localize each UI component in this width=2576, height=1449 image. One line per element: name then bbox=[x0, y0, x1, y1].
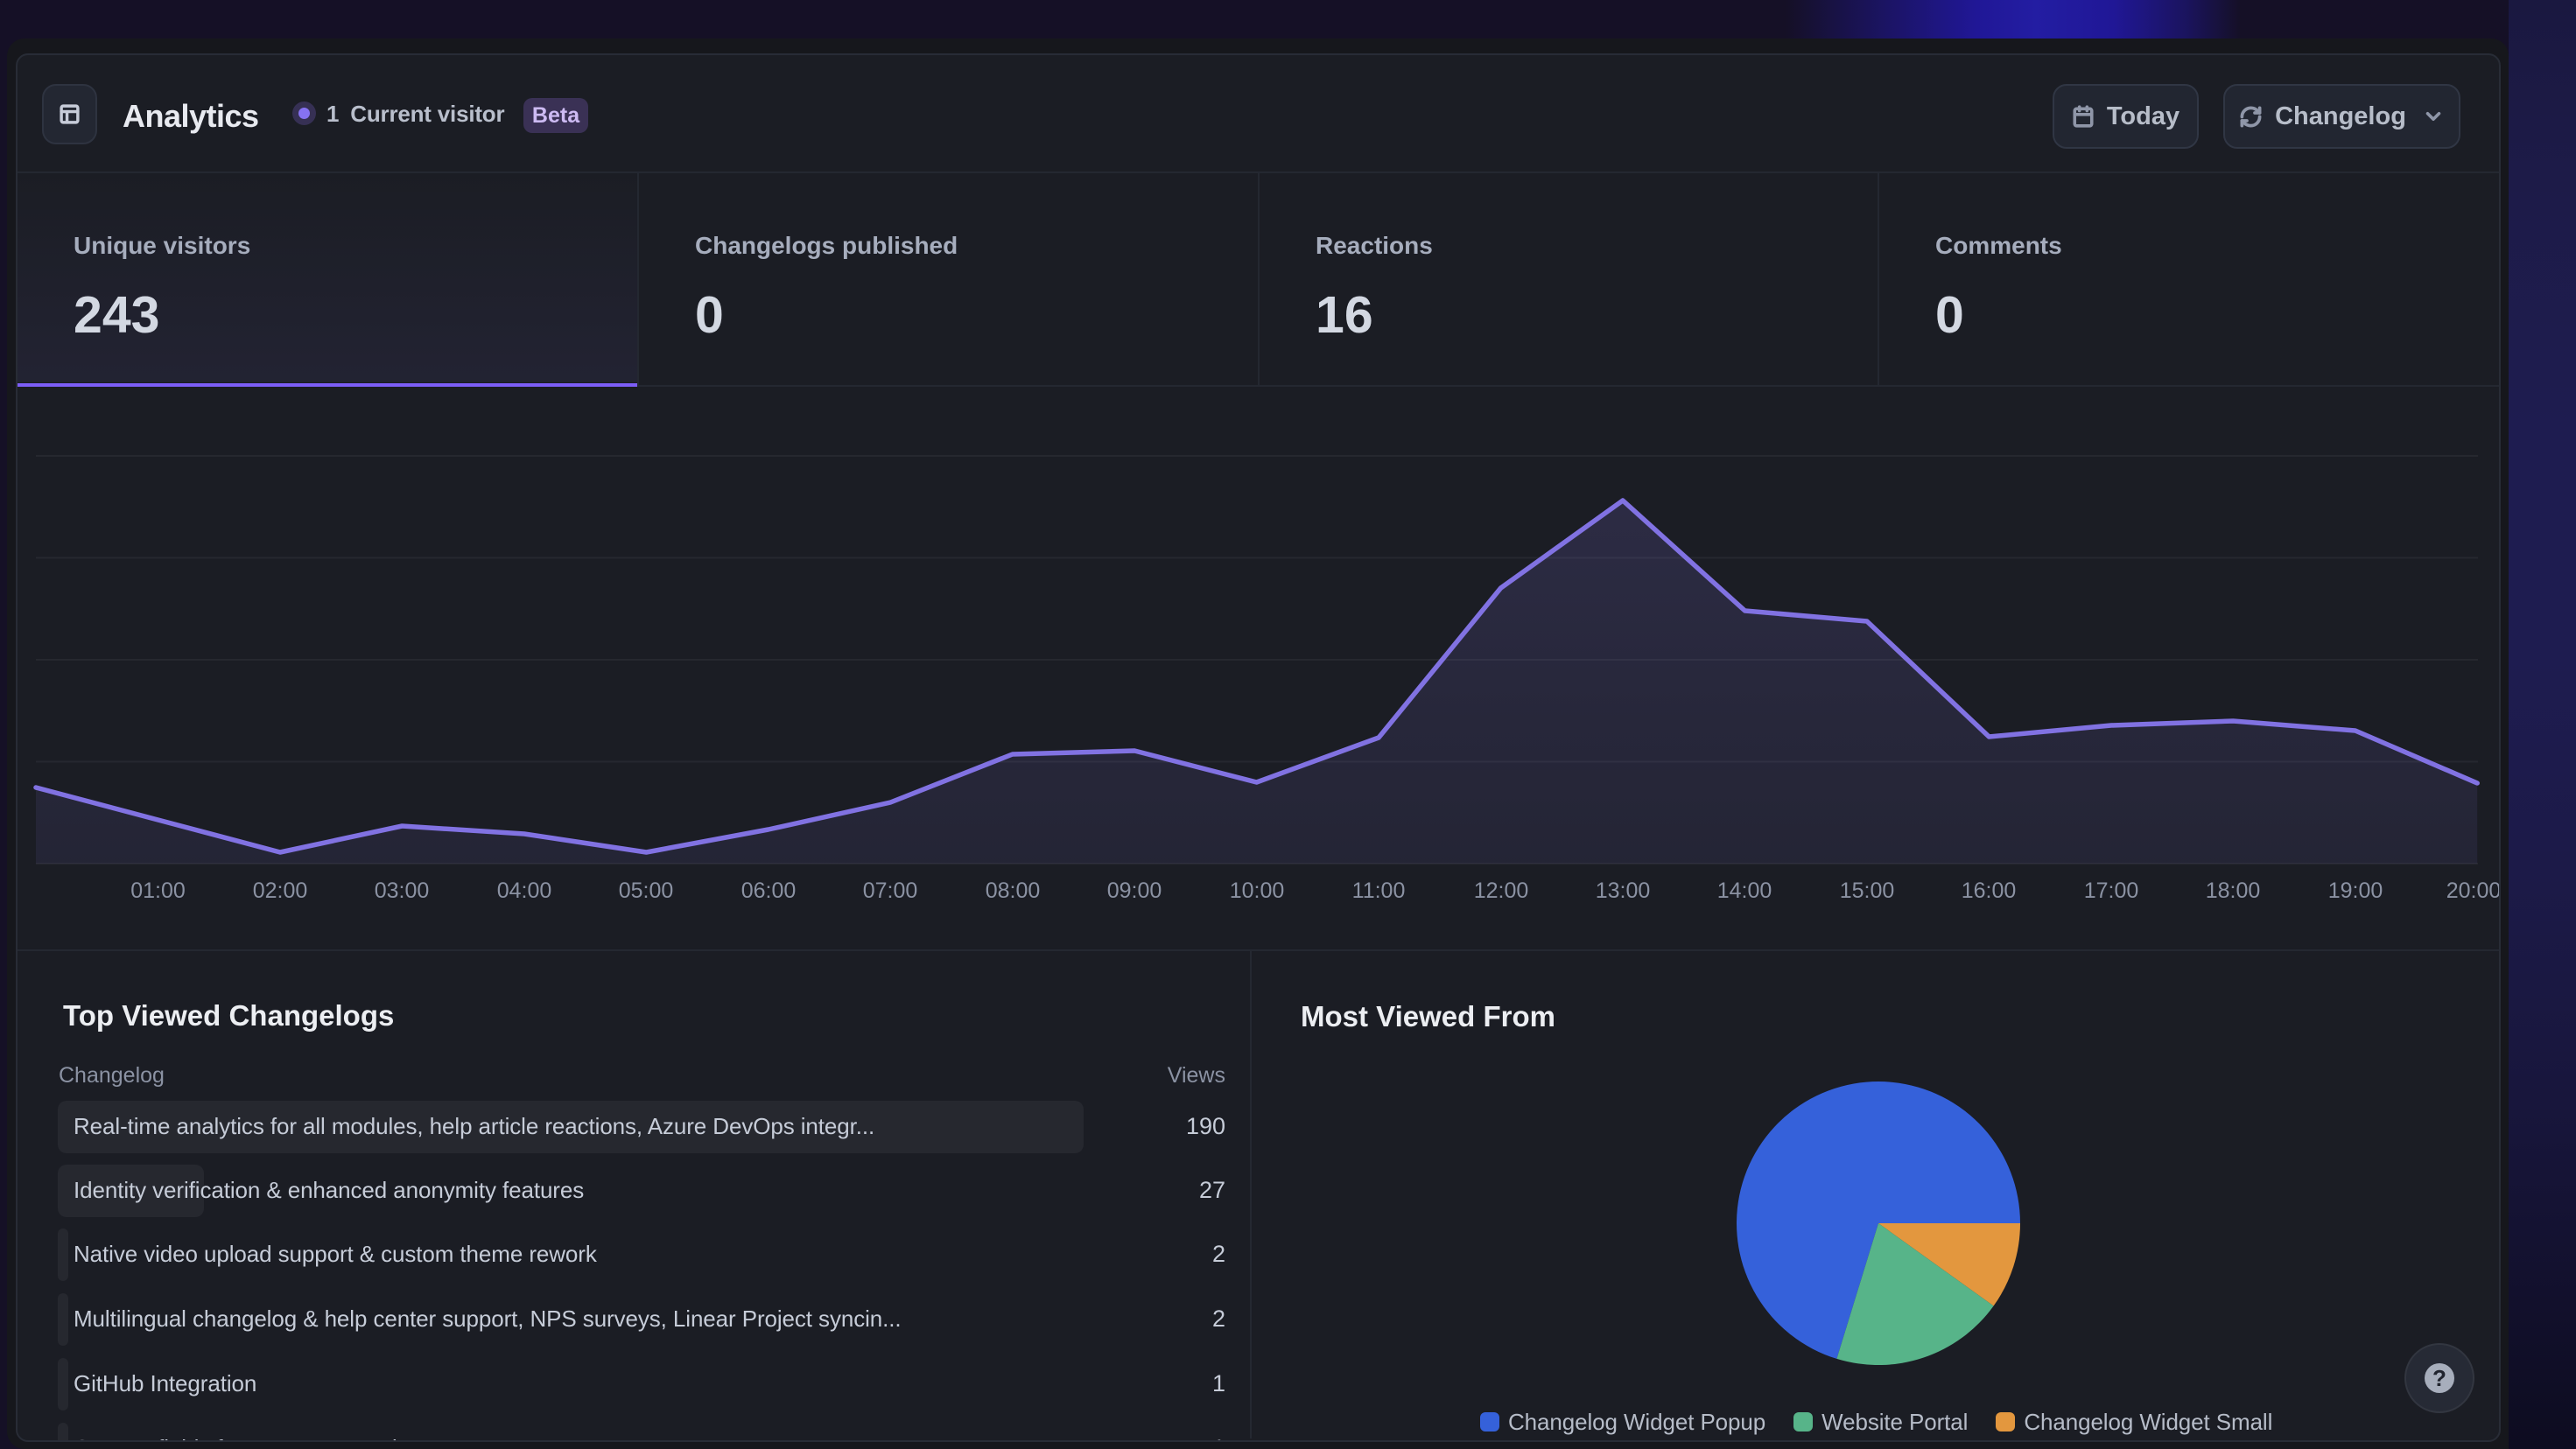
svg-text:13:00: 13:00 bbox=[1596, 878, 1651, 903]
svg-text:12:00: 12:00 bbox=[1474, 878, 1529, 903]
svg-text:11:00: 11:00 bbox=[1352, 878, 1406, 903]
svg-text:16:00: 16:00 bbox=[1962, 878, 2017, 903]
svg-text:14:00: 14:00 bbox=[1717, 878, 1772, 903]
svg-text:15:00: 15:00 bbox=[1840, 878, 1895, 903]
svg-text:01:00: 01:00 bbox=[130, 878, 186, 903]
svg-text:02:00: 02:00 bbox=[253, 878, 308, 903]
svg-text:17:00: 17:00 bbox=[2084, 878, 2139, 903]
svg-text:20:00: 20:00 bbox=[2446, 878, 2501, 903]
svg-text:06:00: 06:00 bbox=[741, 878, 797, 903]
svg-text:04:00: 04:00 bbox=[497, 878, 552, 903]
svg-text:08:00: 08:00 bbox=[986, 878, 1041, 903]
svg-text:05:00: 05:00 bbox=[619, 878, 674, 903]
svg-text:18:00: 18:00 bbox=[2206, 878, 2261, 903]
svg-text:07:00: 07:00 bbox=[863, 878, 918, 903]
svg-text:09:00: 09:00 bbox=[1107, 878, 1162, 903]
svg-text:10:00: 10:00 bbox=[1230, 878, 1285, 903]
svg-text:03:00: 03:00 bbox=[375, 878, 430, 903]
svg-text:19:00: 19:00 bbox=[2328, 878, 2383, 903]
